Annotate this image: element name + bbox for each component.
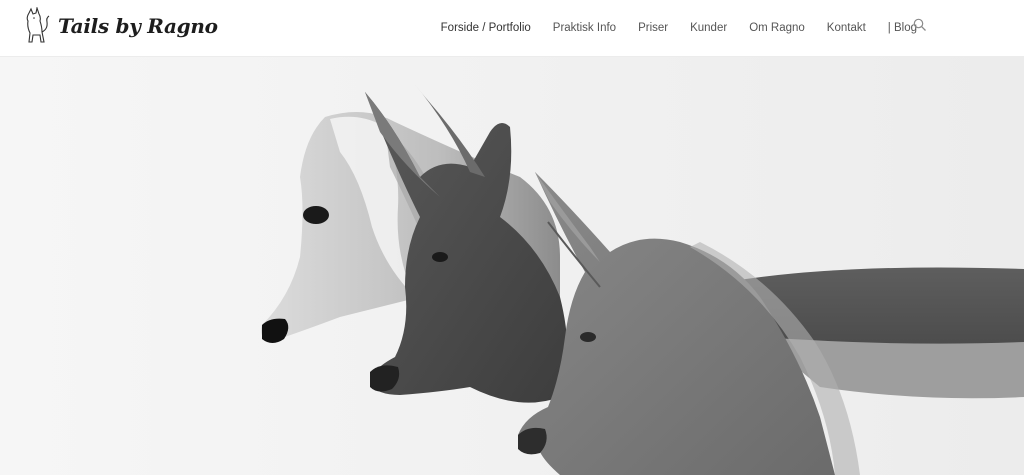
search-icon[interactable] [913, 18, 929, 34]
nav-item-praktisk-info[interactable]: Praktisk Info [542, 0, 627, 56]
dog-outline-icon [26, 7, 50, 43]
nav-item-kontakt[interactable]: Kontakt [816, 0, 877, 56]
main-nav: Forside / Portfolio Praktisk Info Priser… [430, 0, 928, 56]
nav-item-om-ragno[interactable]: Om Ragno [738, 0, 816, 56]
nav-item-kunder[interactable]: Kunder [679, 0, 738, 56]
dogs-photo [0, 57, 1024, 475]
site-title: Tails by Ragno [58, 14, 218, 38]
site-header: Tails by Ragno Forside / Portfolio Prakt… [0, 0, 1024, 57]
nav-item-forside-portfolio[interactable]: Forside / Portfolio [430, 0, 542, 56]
nav-item-priser[interactable]: Priser [627, 0, 679, 56]
site-logo[interactable]: Tails by Ragno [20, 7, 218, 45]
hero-image [0, 57, 1024, 475]
